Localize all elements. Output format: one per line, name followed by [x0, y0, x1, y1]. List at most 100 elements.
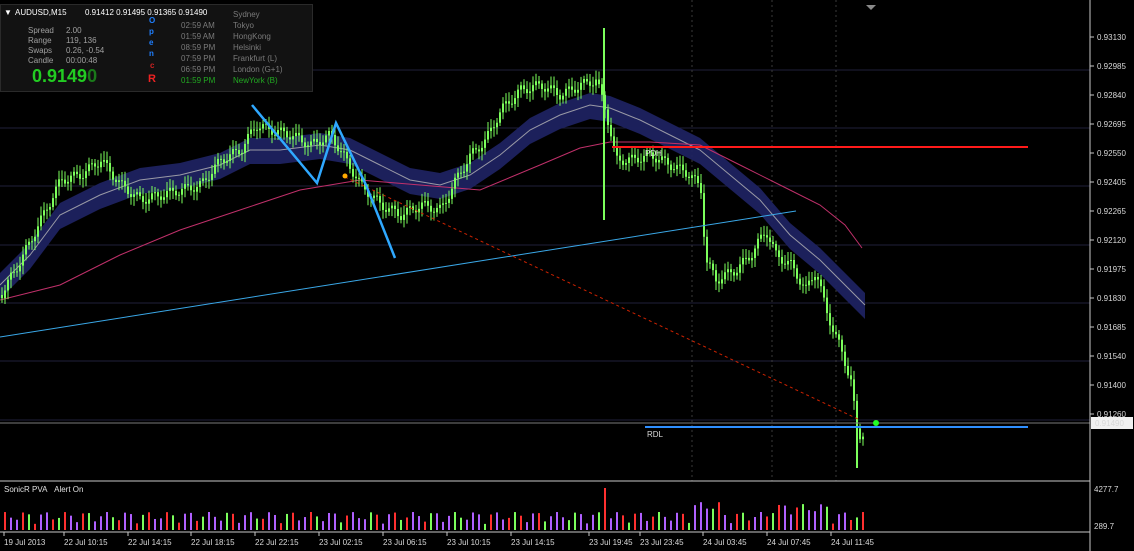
- volume-bar: [118, 520, 120, 530]
- candle-body: [475, 148, 477, 150]
- candle-body: [175, 190, 177, 196]
- scroll-marker-icon[interactable]: [866, 5, 876, 10]
- volume-bar: [736, 513, 738, 530]
- candle-body: [685, 170, 687, 177]
- time-label: 23 Jul 06:15: [383, 538, 427, 547]
- candle-body: [58, 179, 60, 187]
- volume-bar: [232, 513, 234, 530]
- session-time: 07:59 PM: [181, 54, 216, 63]
- volume-bar: [280, 523, 282, 530]
- volume-bar: [766, 516, 768, 530]
- time-axis[interactable]: 19 Jul 2013 22 Jul 10:15 22 Jul 14:15 22 Ju…: [3, 532, 875, 547]
- candle-body: [439, 204, 441, 208]
- header-arrow-icon[interactable]: ▼: [4, 8, 12, 17]
- candle-body: [655, 158, 657, 163]
- candle-body: [235, 149, 237, 151]
- candle-body: [121, 180, 123, 182]
- candle-body: [307, 145, 309, 147]
- candle-body: [469, 153, 471, 165]
- candle-body: [40, 215, 42, 227]
- candle-body: [559, 95, 561, 100]
- candle-body: [841, 339, 843, 352]
- candle-body: [586, 79, 588, 82]
- candle-body: [289, 137, 291, 140]
- candle-body: [130, 194, 132, 197]
- candle-body: [619, 155, 621, 161]
- candle-body: [442, 203, 444, 205]
- candle-body: [769, 237, 771, 242]
- candle-body: [88, 164, 90, 172]
- volume-bar: [604, 488, 606, 530]
- candle-body: [229, 154, 231, 161]
- candle-body: [193, 190, 195, 192]
- candle-body: [595, 79, 597, 86]
- candle-body: [787, 260, 789, 265]
- candle-body: [256, 129, 258, 131]
- candle-body: [73, 171, 75, 176]
- candle-body: [49, 206, 51, 210]
- candle-body: [796, 268, 798, 279]
- candle-body: [433, 211, 435, 213]
- price-axis[interactable]: 0.93130 0.92985 0.92840 0.92695 0.92550 0.924…: [1090, 33, 1126, 419]
- info-panel: ▼ AUDUSD,M15 0.91412 0.91495 0.91365 0.9…: [0, 4, 313, 92]
- volume-bar: [262, 518, 264, 530]
- price-label: 0.91830: [1097, 294, 1126, 303]
- volume-bar: [178, 522, 180, 530]
- volume-bar: [436, 513, 438, 530]
- volume-bar: [334, 513, 336, 530]
- candle-body: [70, 175, 72, 182]
- session-time: 06:59 PM: [181, 65, 216, 74]
- candle-body: [223, 159, 225, 163]
- candle-body: [829, 313, 831, 326]
- candle-body: [199, 181, 201, 187]
- ohlc-values: 0.91412 0.91495 0.91365 0.91490: [85, 8, 208, 17]
- candle-body: [148, 199, 150, 204]
- candle-body: [601, 84, 603, 95]
- candle-body: [286, 131, 288, 138]
- candle-body: [763, 234, 765, 236]
- candle-body: [490, 127, 492, 132]
- volume-bar: [136, 523, 138, 530]
- volume-bar: [478, 514, 480, 530]
- volume-bar: [580, 514, 582, 530]
- price-label: 0.92405: [1097, 178, 1126, 187]
- candle-body: [676, 165, 678, 170]
- volume-bar: [130, 514, 132, 530]
- time-label: 22 Jul 14:15: [128, 538, 172, 547]
- trendline-long[interactable]: [0, 210, 797, 338]
- candle-body: [79, 174, 81, 179]
- candle-body: [700, 183, 702, 194]
- volume-bar: [418, 516, 420, 530]
- volume-bar: [352, 512, 354, 530]
- volume-bar: [454, 512, 456, 530]
- price-marker-dot: [873, 420, 879, 426]
- candle-body: [295, 132, 297, 137]
- candle-body: [703, 193, 705, 237]
- volume-bar: [466, 519, 468, 530]
- candle-body: [139, 192, 141, 197]
- candle-body: [205, 178, 207, 180]
- candle-body: [778, 250, 780, 258]
- volume-bar: [748, 520, 750, 530]
- volume-bar: [52, 519, 54, 530]
- session-letter-o: O: [149, 16, 156, 25]
- candle-body: [631, 154, 633, 158]
- candle-body: [22, 254, 24, 266]
- volume-bar: [190, 512, 192, 530]
- candle-body: [808, 280, 810, 286]
- big-price-last-digit: 0: [87, 66, 98, 86]
- session-name: Frankfurt (L): [233, 54, 278, 63]
- volume-bar: [556, 512, 558, 530]
- candle-body: [196, 186, 198, 192]
- candle-body: [313, 138, 315, 142]
- candle-body: [544, 89, 546, 92]
- candle-body: [679, 164, 681, 166]
- candle-body: [736, 272, 738, 276]
- candle-body: [61, 179, 63, 181]
- candle-body: [463, 171, 465, 173]
- session-letter-n: n: [149, 49, 154, 58]
- candle-body: [352, 168, 354, 177]
- candle-body: [178, 194, 180, 196]
- volume-bar: [274, 514, 276, 530]
- volume-bar: [388, 514, 390, 530]
